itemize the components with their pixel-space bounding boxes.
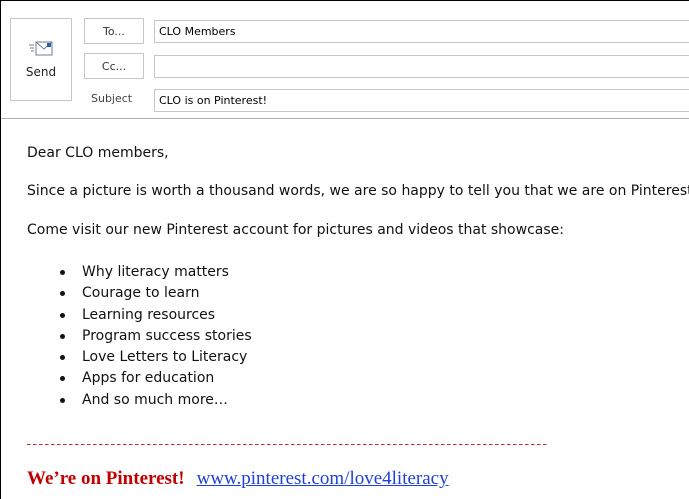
send-button[interactable]: Send	[10, 18, 72, 101]
bullet-icon	[60, 312, 65, 318]
send-envelope-icon	[29, 41, 53, 56]
cc-field[interactable]	[154, 55, 689, 78]
pinterest-link[interactable]: www.pinterest.com/love4literacy	[197, 468, 449, 489]
list-item: Courage to learn	[55, 283, 252, 304]
message-body[interactable]: Dear CLO members, Since a picture is wor…	[1, 119, 689, 499]
list-item: Program success stories	[55, 326, 252, 347]
paragraph-invite: Come visit our new Pinterest account for…	[27, 222, 564, 238]
list-item: Why literacy matters	[55, 262, 252, 283]
list-item: Learning resources	[55, 305, 252, 326]
bullet-list: Why literacy matters Courage to learn Le…	[55, 262, 252, 411]
list-item: And so much more…	[55, 390, 252, 411]
bullet-icon	[60, 270, 65, 275]
greeting: Dear CLO members,	[27, 145, 169, 161]
cc-button[interactable]: Cc...	[84, 53, 144, 79]
to-button[interactable]: To...	[84, 18, 144, 44]
subject-field[interactable]: CLO is on Pinterest!	[154, 89, 689, 112]
bullet-icon	[60, 376, 65, 382]
compose-window: Send To... CLO Members Cc... Subject CLO…	[0, 0, 689, 499]
list-item: Love Letters to Literacy	[55, 347, 252, 368]
bullet-icon	[60, 291, 65, 297]
subject-label: Subject	[91, 92, 133, 105]
promo-text: We’re on Pinterest!	[27, 468, 185, 489]
signature-line: We’re on Pinterest! www.pinterest.com/lo…	[27, 468, 449, 490]
dashed-divider	[27, 444, 547, 445]
paragraph-intro: Since a picture is worth a thousand word…	[27, 183, 689, 199]
send-label: Send	[25, 65, 57, 79]
list-item: Apps for education	[55, 368, 252, 389]
compose-header: Send To... CLO Members Cc... Subject CLO…	[1, 1, 689, 118]
bullet-icon	[60, 397, 65, 403]
bullet-icon	[60, 333, 65, 339]
to-field[interactable]: CLO Members	[154, 20, 689, 43]
bullet-icon	[60, 355, 65, 361]
